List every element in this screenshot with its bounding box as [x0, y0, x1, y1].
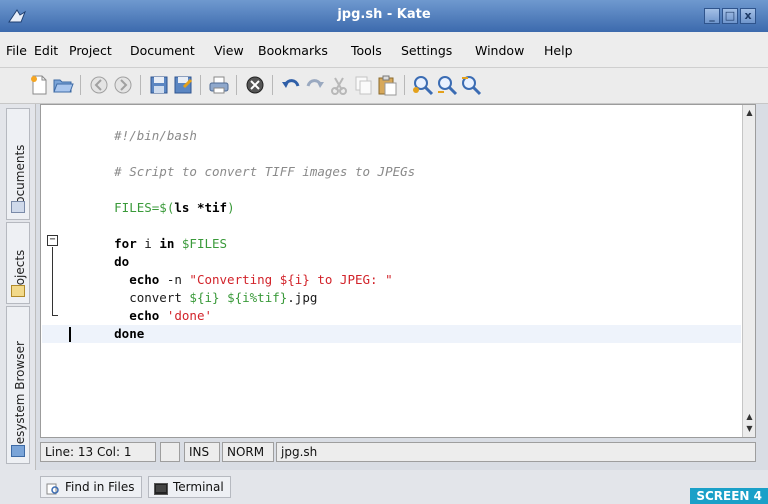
- code-line-1: #!/bin/bash: [114, 128, 197, 143]
- cut-icon[interactable]: [328, 74, 350, 96]
- new-document-icon[interactable]: [28, 74, 50, 96]
- menu-view[interactable]: View: [214, 43, 244, 58]
- tab-find-in-files-label: Find in Files: [65, 480, 135, 494]
- find-icon[interactable]: [412, 74, 434, 96]
- toolbar-separator: [272, 75, 273, 95]
- save-icon[interactable]: [148, 74, 170, 96]
- menu-window[interactable]: Window: [475, 43, 524, 58]
- projects-icon: [11, 285, 25, 297]
- fold-region-end: [52, 315, 58, 316]
- tab-filesystem-browser[interactable]: Filesystem Browser: [6, 306, 30, 464]
- back-icon[interactable]: [88, 74, 110, 96]
- tab-find-in-files[interactable]: Find in Files: [40, 476, 142, 498]
- status-insert-mode[interactable]: INS: [184, 442, 220, 462]
- tab-filesystem-label: Filesystem Browser: [13, 341, 27, 457]
- status-bar: Line: 13 Col: 1 INS NORM jpg.sh: [40, 440, 756, 464]
- toolbar-separator: [140, 75, 141, 95]
- vertical-scrollbar[interactable]: ▲ ▲ ▼: [742, 105, 755, 437]
- toolbar-separator: [80, 75, 81, 95]
- tab-terminal[interactable]: Terminal: [148, 476, 231, 498]
- toolbar-separator: [236, 75, 237, 95]
- documents-icon: [11, 201, 25, 213]
- open-folder-icon[interactable]: [52, 74, 74, 96]
- find-next-icon[interactable]: [436, 74, 458, 96]
- toolbar-separator: [200, 75, 201, 95]
- menu-edit[interactable]: Edit: [34, 43, 58, 58]
- menu-bar: File Edit Project Document View Bookmark…: [0, 32, 768, 68]
- current-line-highlight: [42, 325, 741, 343]
- code-line-10: convert ${i} ${i%tif}.jpg: [114, 290, 318, 305]
- fold-region-line: [52, 247, 53, 315]
- window-titlebar[interactable]: jpg.sh - Kate _ □ x: [0, 0, 768, 32]
- menu-settings[interactable]: Settings: [401, 43, 452, 58]
- forward-icon[interactable]: [112, 74, 134, 96]
- scroll-down-icon[interactable]: ▼: [744, 423, 755, 434]
- menu-help[interactable]: Help: [544, 43, 573, 58]
- copy-icon[interactable]: [352, 74, 374, 96]
- menu-tools[interactable]: Tools: [351, 43, 382, 58]
- menu-bookmarks[interactable]: Bookmarks: [258, 43, 328, 58]
- menu-file[interactable]: File: [6, 43, 27, 58]
- tab-projects[interactable]: Projects: [6, 222, 30, 304]
- code-line-8: do: [114, 254, 130, 269]
- code-line-9: echo -n "Converting ${i} to JPEG: ": [114, 272, 393, 287]
- close-button[interactable]: x: [740, 8, 756, 24]
- status-modified-indicator: [160, 442, 180, 462]
- code-line-5: FILES=$(ls *tif): [114, 200, 235, 215]
- menu-document[interactable]: Document: [130, 43, 195, 58]
- paste-icon[interactable]: [376, 74, 398, 96]
- menu-project[interactable]: Project: [69, 43, 112, 58]
- status-cursor-position: Line: 13 Col: 1: [40, 442, 156, 462]
- find-previous-icon[interactable]: [460, 74, 482, 96]
- window-title: jpg.sh - Kate: [337, 7, 431, 22]
- scroll-up-icon[interactable]: ▲: [744, 107, 755, 118]
- fold-toggle-icon[interactable]: −: [47, 235, 58, 246]
- toolbar-separator: [404, 75, 405, 95]
- bottom-tool-bar: Find in Files Terminal: [0, 470, 768, 504]
- code-line-7: for i in $FILES: [114, 236, 228, 251]
- side-tab-bar: Documents Projects Filesystem Browser: [0, 104, 36, 470]
- text-cursor: [69, 327, 71, 342]
- close-document-icon[interactable]: [244, 74, 266, 96]
- code-line-11: echo 'done': [114, 308, 212, 323]
- terminal-icon: [154, 481, 168, 495]
- undo-icon[interactable]: [280, 74, 302, 96]
- find-in-files-icon: [46, 481, 60, 495]
- tab-terminal-label: Terminal: [173, 480, 224, 494]
- maximize-button[interactable]: □: [722, 8, 738, 24]
- code-line-12: done: [114, 326, 145, 341]
- status-edit-mode[interactable]: NORM: [222, 442, 274, 462]
- tab-documents[interactable]: Documents: [6, 108, 30, 220]
- redo-icon[interactable]: [304, 74, 326, 96]
- code-line-3: # Script to convert TIFF images to JPEGs: [114, 164, 416, 179]
- filesystem-icon: [11, 445, 25, 457]
- save-as-icon[interactable]: [172, 74, 194, 96]
- screen-number-badge: SCREEN 4: [690, 488, 768, 504]
- print-icon[interactable]: [208, 74, 230, 96]
- main-toolbar: [0, 68, 768, 104]
- status-filename: jpg.sh: [276, 442, 756, 462]
- minimize-button[interactable]: _: [704, 8, 720, 24]
- scroll-up-lower-icon[interactable]: ▲: [744, 411, 755, 422]
- code-editor[interactable]: − #!/bin/bash # Script to convert TIFF i…: [40, 104, 756, 438]
